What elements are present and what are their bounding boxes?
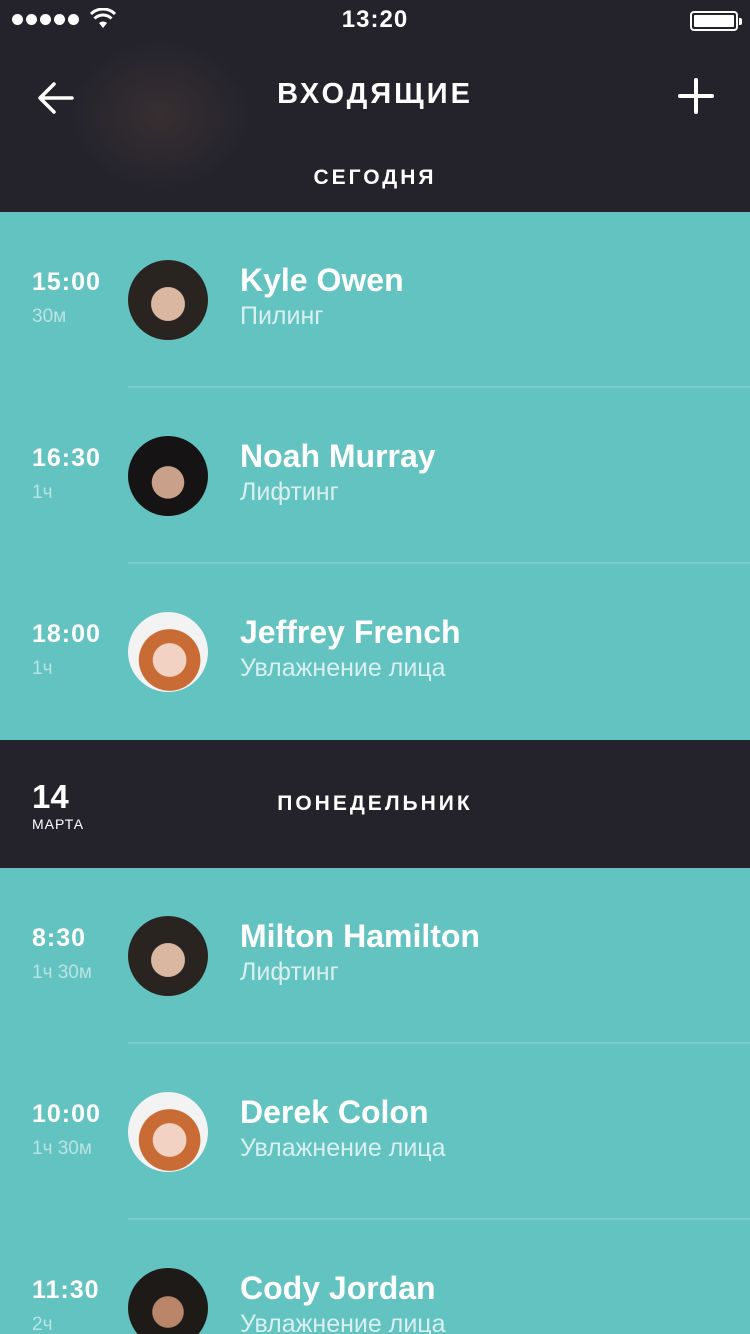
appointment-duration: 1ч [32,658,53,679]
service-name: Увлажнение лица [240,1310,446,1334]
appointment-row[interactable]: 10:00 1ч 30м Derek Colon Увлажнение лица [0,1044,750,1220]
client-name: Jeffrey French [240,614,461,650]
service-name: Увлажнение лица [240,654,446,682]
client-name: Cody Jordan [240,1270,436,1306]
appointment-row[interactable]: 16:30 1ч Noah Murray Лифтинг [0,388,750,564]
appointment-duration: 30м [32,306,67,327]
appointment-time: 10:00 [32,1100,101,1128]
appointment-duration: 1ч [32,482,53,503]
appointment-duration: 1ч 30м [32,962,92,983]
page-title: ВХОДЯЩИЕ [277,78,473,110]
section-label-today: СЕГОДНЯ [313,166,437,189]
appointment-row[interactable]: 15:00 30м Kyle Owen Пилинг [0,212,750,388]
appointment-duration: 2ч [32,1314,53,1334]
status-bar: 13:20 [0,0,750,40]
month-label: МАРТА [32,816,85,832]
today-appointment-list: 15:00 30м Kyle Owen Пилинг 16:30 1ч Noah… [0,212,750,740]
client-name: Milton Hamilton [240,918,480,954]
avatar [128,916,208,996]
battery-icon [690,11,742,31]
client-name: Derek Colon [240,1094,429,1130]
avatar [128,1268,208,1334]
appointment-time: 16:30 [32,444,101,472]
avatar [128,260,208,340]
avatar [128,612,208,692]
plus-icon[interactable] [678,78,714,114]
appointment-time: 11:30 [32,1276,100,1304]
service-name: Лифтинг [240,958,339,986]
appointment-row[interactable]: 8:30 1ч 30м Milton Hamilton Лифтинг [0,868,750,1044]
service-name: Лифтинг [240,478,339,506]
weekday-label: ПОНЕДЕЛЬНИК [277,792,473,815]
client-name: Kyle Owen [240,262,404,298]
appointment-time: 15:00 [32,268,101,296]
header: 13:20 ВХОДЯЩИЕ СЕГОДНЯ [0,0,750,212]
day-section-header: 14 МАРТА ПОНЕДЕЛЬНИК [0,740,750,868]
appointment-duration: 1ч 30м [32,1138,92,1159]
avatar [128,1092,208,1172]
appointment-time: 18:00 [32,620,101,648]
appointment-time: 8:30 [32,924,87,952]
client-name: Noah Murray [240,438,436,474]
appointment-row[interactable]: 18:00 1ч Jeffrey French Увлажнение лица [0,564,750,740]
service-name: Увлажнение лица [240,1134,446,1162]
service-name: Пилинг [240,302,324,330]
status-time: 13:20 [341,6,409,33]
avatar [128,436,208,516]
monday-appointment-list: 8:30 1ч 30м Milton Hamilton Лифтинг 10:0… [0,868,750,1334]
appointment-row[interactable]: 11:30 2ч Cody Jordan Увлажнение лица [0,1220,750,1334]
